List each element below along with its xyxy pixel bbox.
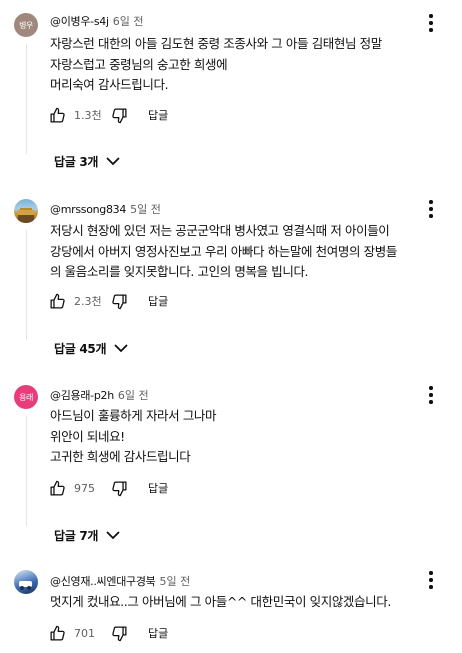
comment-text: 자랑스런 대한의 아들 김도현 중령 조종사와 그 아들 김태현님 정말 자랑스…	[50, 34, 382, 96]
comment-line: 머리숙여 감사드립니다.	[50, 77, 169, 92]
comment-actions: 975 답글	[48, 478, 168, 498]
like-icon[interactable]	[48, 106, 66, 124]
comment-time[interactable]: 5일 전	[159, 575, 190, 588]
dislike-icon[interactable]	[110, 106, 128, 124]
avatar[interactable]: 병우	[14, 13, 38, 37]
author-handle[interactable]: @신영재..씨엔대구경북	[50, 575, 156, 588]
like-count: 975	[74, 481, 95, 495]
dislike-icon[interactable]	[110, 624, 128, 642]
comment-line: 자랑스럽고 중령님의 숭고한 희생에	[50, 56, 228, 72]
like-icon[interactable]	[48, 624, 66, 642]
comment-line: 아드님이 훌륭하게 자라서 그나마	[50, 408, 217, 423]
more-actions-icon[interactable]	[424, 199, 438, 219]
avatar-image	[18, 208, 34, 223]
like-icon[interactable]	[48, 479, 66, 497]
reply-button[interactable]: 답글	[148, 625, 168, 641]
comment-line: 저당시 현장에 있던 저는 공군군악대 병사였고 영결식때 저 아이들이	[50, 223, 390, 238]
comment-meta: @mrssong834 5일 전	[50, 201, 161, 217]
like-count: 701	[74, 626, 95, 640]
chevron-down-icon	[106, 531, 120, 540]
comment-meta: @신영재..씨엔대구경북 5일 전	[50, 573, 190, 589]
avatar-image	[19, 581, 32, 590]
comment-time[interactable]: 5일 전	[130, 203, 161, 216]
like-count: 2.3천	[74, 295, 102, 308]
comment-text: 멋지게 컸내요..그 아버님에 그 아들^^ 대한민국이 잊지않겠습니다.	[50, 592, 391, 613]
view-replies-button[interactable]: 답글 7개	[54, 527, 120, 544]
like-icon[interactable]	[48, 292, 66, 310]
avatar-initials: 병우	[19, 20, 33, 30]
replies-label: 답글 45개	[54, 342, 107, 356]
avatar-initials: 용래	[19, 392, 33, 402]
comment-line: 위안이 되네요!	[50, 428, 125, 444]
comment-text: 아드님이 훌륭하게 자라서 그나마 위안이 되네요! 고귀한 희생에 감사드립니…	[50, 406, 217, 468]
thread-line	[26, 44, 27, 154]
chevron-down-icon	[114, 344, 128, 353]
avatar[interactable]	[14, 570, 38, 594]
avatar[interactable]: 용래	[14, 385, 38, 409]
comment-time[interactable]: 6일 전	[118, 389, 149, 402]
reply-button[interactable]: 답글	[148, 107, 168, 123]
chevron-down-icon	[106, 157, 120, 166]
comment-actions: 701 답글	[48, 623, 168, 643]
view-replies-button[interactable]: 답글 45개	[54, 340, 128, 357]
view-replies-button[interactable]: 답글 3개	[54, 153, 120, 170]
thread-line	[26, 416, 27, 526]
comment-line: 자랑스런 대한의 아들 김도현 중령 조종사와 그 아들 김태현님 정말	[50, 36, 382, 51]
comment-line: 고귀한 희생에 감사드립니다	[50, 449, 191, 464]
replies-label: 답글 7개	[54, 529, 99, 543]
comment-text: 저당시 현장에 있던 저는 공군군악대 병사였고 영결식때 저 아이들이 강당에…	[50, 221, 397, 283]
more-actions-icon[interactable]	[424, 570, 438, 590]
dislike-icon[interactable]	[110, 292, 128, 310]
avatar[interactable]	[14, 199, 38, 223]
author-handle[interactable]: @김용래-p2h	[50, 389, 114, 402]
more-actions-icon[interactable]	[424, 13, 438, 33]
comment-actions: 2.3천 답글	[48, 291, 168, 311]
comment-meta: @이병우-s4j 6일 전	[50, 13, 143, 29]
comment-line: 강당에서 아버지 영정사진보고 우리 아빠다 하는말에 천여명의 장병들	[50, 243, 397, 259]
author-handle[interactable]: @이병우-s4j	[50, 15, 109, 28]
reply-button[interactable]: 답글	[148, 293, 168, 309]
dislike-icon[interactable]	[110, 479, 128, 497]
more-actions-icon[interactable]	[424, 385, 438, 405]
comment-line: 멋지게 컸내요..그 아버님에 그 아들^^ 대한민국이 잊지않겠습니다.	[50, 594, 391, 609]
comment-actions: 1.3천 답글	[48, 105, 168, 125]
replies-label: 답글 3개	[54, 155, 99, 169]
reply-button[interactable]: 답글	[148, 480, 168, 496]
comment-line: 의 울음소리를 잊지못합니다. 고인의 명복을 빕니다.	[50, 264, 309, 279]
thread-line	[26, 230, 27, 340]
comment-time[interactable]: 6일 전	[113, 15, 144, 28]
like-count: 1.3천	[74, 109, 102, 122]
comment-meta: @김용래-p2h 6일 전	[50, 387, 149, 403]
author-handle[interactable]: @mrssong834	[50, 203, 126, 216]
